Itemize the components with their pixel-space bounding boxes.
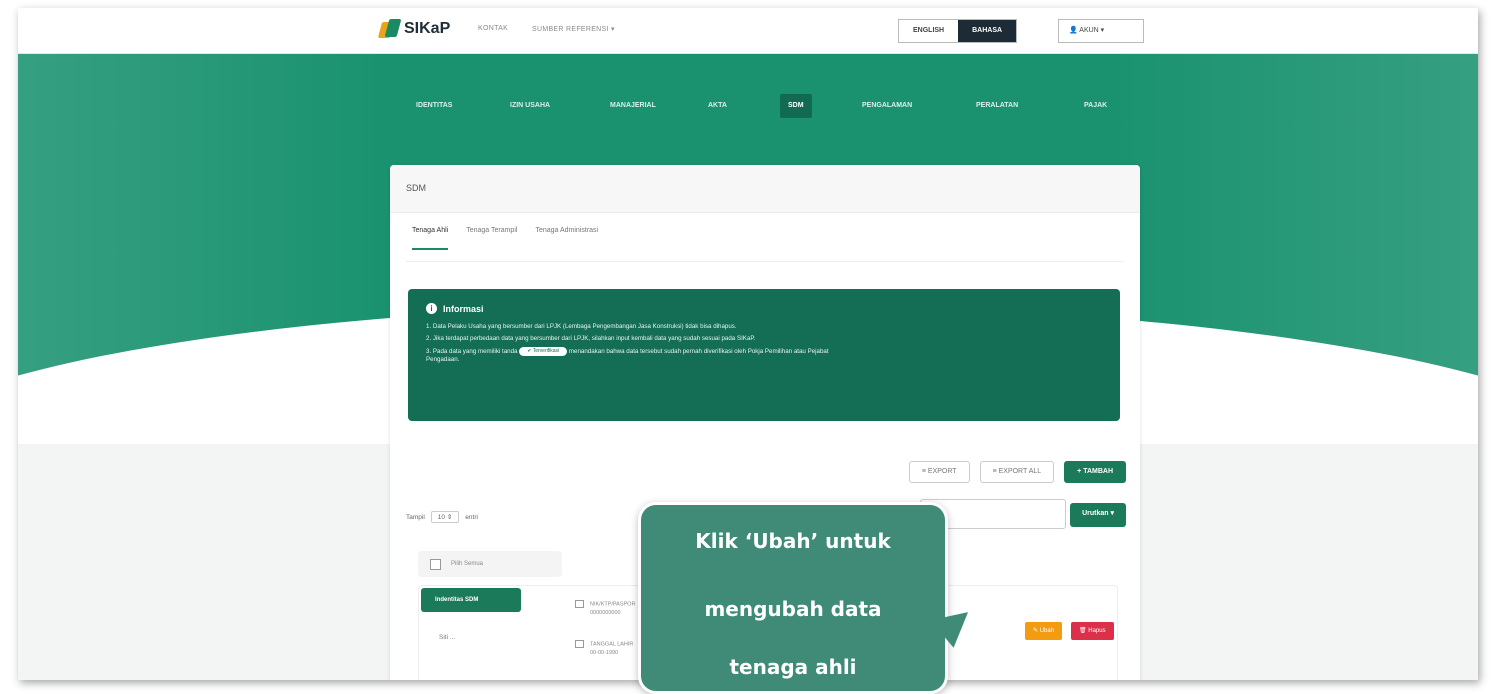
nav-izin-usaha[interactable]: IZIN USAHA <box>502 94 558 118</box>
row-name: Siti ... <box>439 634 456 641</box>
tab-tenaga-ahli[interactable]: Tenaga Ahli <box>412 227 449 250</box>
callout-line-3: tenaga ahli <box>729 655 857 679</box>
akun-dropdown[interactable]: 👤 AKUN ▾ <box>1058 19 1144 43</box>
main-nav: IDENTITAS IZIN USAHA MANAJERIAL AKTA SDM… <box>18 94 1478 118</box>
info-line-3c: Pengadaan. <box>426 356 460 364</box>
nav-pengalaman[interactable]: PENGALAMAN <box>854 94 920 118</box>
info-line-2: 2. Jika terdapat perbedaan data yang ber… <box>426 335 756 342</box>
lang-english-button[interactable]: ENGLISH <box>899 20 959 42</box>
birthdate-value: 00-00-1990 <box>590 650 619 657</box>
page-size-control: Tampil 10 ⇕ entri <box>406 511 478 523</box>
instruction-callout: Klik ‘Ubah’ untuk mengubah data tenaga a… <box>638 502 948 694</box>
export-all-button[interactable]: ≡ EXPORT ALL <box>979 461 1055 483</box>
info-title: i Informasi <box>426 303 1102 314</box>
tab-tenaga-administrasi[interactable]: Tenaga Administrasi <box>535 227 598 250</box>
entries-label: entri <box>465 513 478 521</box>
page-size-select[interactable]: 10 ⇕ <box>430 511 460 523</box>
sumber-referensi-dropdown[interactable]: SUMBER REFERENSI ▾ <box>532 25 615 33</box>
card-title: SDM <box>390 165 1140 213</box>
kontak-link[interactable]: KONTAK <box>478 25 508 32</box>
export-button[interactable]: ≡ EXPORT <box>908 461 970 483</box>
select-all-label: Pilih Semua <box>451 561 484 567</box>
akun-label: AKUN ▾ <box>1079 27 1105 34</box>
ubah-button[interactable]: ✎ Ubah <box>1025 622 1063 640</box>
info-icon: i <box>426 303 437 314</box>
language-switch: ENGLISH BAHASA <box>898 19 1018 43</box>
info-title-text: Informasi <box>443 303 484 314</box>
sort-button[interactable]: Urutkan ▾ <box>1070 503 1126 527</box>
info-line-3b: menandakan bahwa data tersebut sudah per… <box>568 348 829 356</box>
logo-text: SIKaP <box>404 20 451 37</box>
top-navbar: SIKaP KONTAK SUMBER REFERENSI ▾ ENGLISH … <box>18 8 1478 54</box>
select-all-checkbox[interactable] <box>430 558 441 570</box>
lang-bahasa-button[interactable]: BAHASA <box>958 20 1017 42</box>
tab-divider <box>406 261 1124 262</box>
nav-peralatan[interactable]: PERALATAN <box>968 94 1026 118</box>
birthdate-label: TANGGAL LAHIR <box>590 641 634 648</box>
info-line-3: 3. Pada data yang memiliki tanda ✔ Terve… <box>426 347 1102 364</box>
nav-pajak[interactable]: PAJAK <box>1076 94 1115 118</box>
nav-akta[interactable]: AKTA <box>700 94 735 118</box>
nik-value: 0000000000 <box>590 610 621 617</box>
calendar-icon <box>575 640 584 648</box>
nav-sdm[interactable]: SDM <box>780 94 812 118</box>
nav-identitas[interactable]: IDENTITAS <box>408 94 460 118</box>
row-birthdate: TANGGAL LAHIR 00-00-1990 <box>575 640 633 658</box>
show-label: Tampil <box>406 513 425 521</box>
info-line-1: 1. Data Pelaku Usaha yang bersumber dari… <box>426 323 737 330</box>
select-all[interactable]: Pilih Semua <box>418 551 562 577</box>
tambah-button[interactable]: + TAMBAH <box>1064 461 1126 483</box>
info-box: i Informasi 1. Data Pelaku Usaha yang be… <box>408 289 1120 421</box>
tab-tenaga-terampil[interactable]: Tenaga Terampil <box>466 227 517 250</box>
row-tag: Indentitas SDM <box>421 588 521 612</box>
sikap-logo-icon <box>377 19 402 39</box>
id-card-icon <box>575 600 584 608</box>
callout-line-1: Klik ‘Ubah’ untuk <box>695 529 891 553</box>
verified-badge: ✔ Terverifikasi <box>519 347 568 356</box>
nav-manajerial[interactable]: MANAJERIAL <box>602 94 664 118</box>
nik-label: NIK/KTP/PASPOR <box>590 601 636 608</box>
hapus-button[interactable]: 🗑 Hapus <box>1071 622 1114 640</box>
row-nik: NIK/KTP/PASPOR 0000000000 <box>575 600 635 618</box>
action-buttons: ≡ EXPORT ≡ EXPORT ALL + TAMBAH <box>908 461 1126 483</box>
sdm-tabs: Tenaga Ahli Tenaga Terampil Tenaga Admin… <box>412 227 598 250</box>
sikap-logo[interactable]: SIKaP <box>377 19 451 39</box>
callout-line-2: mengubah data <box>704 597 882 621</box>
info-line-3a: 3. Pada data yang memiliki tanda <box>426 348 518 356</box>
user-icon: 👤 <box>1069 27 1080 34</box>
